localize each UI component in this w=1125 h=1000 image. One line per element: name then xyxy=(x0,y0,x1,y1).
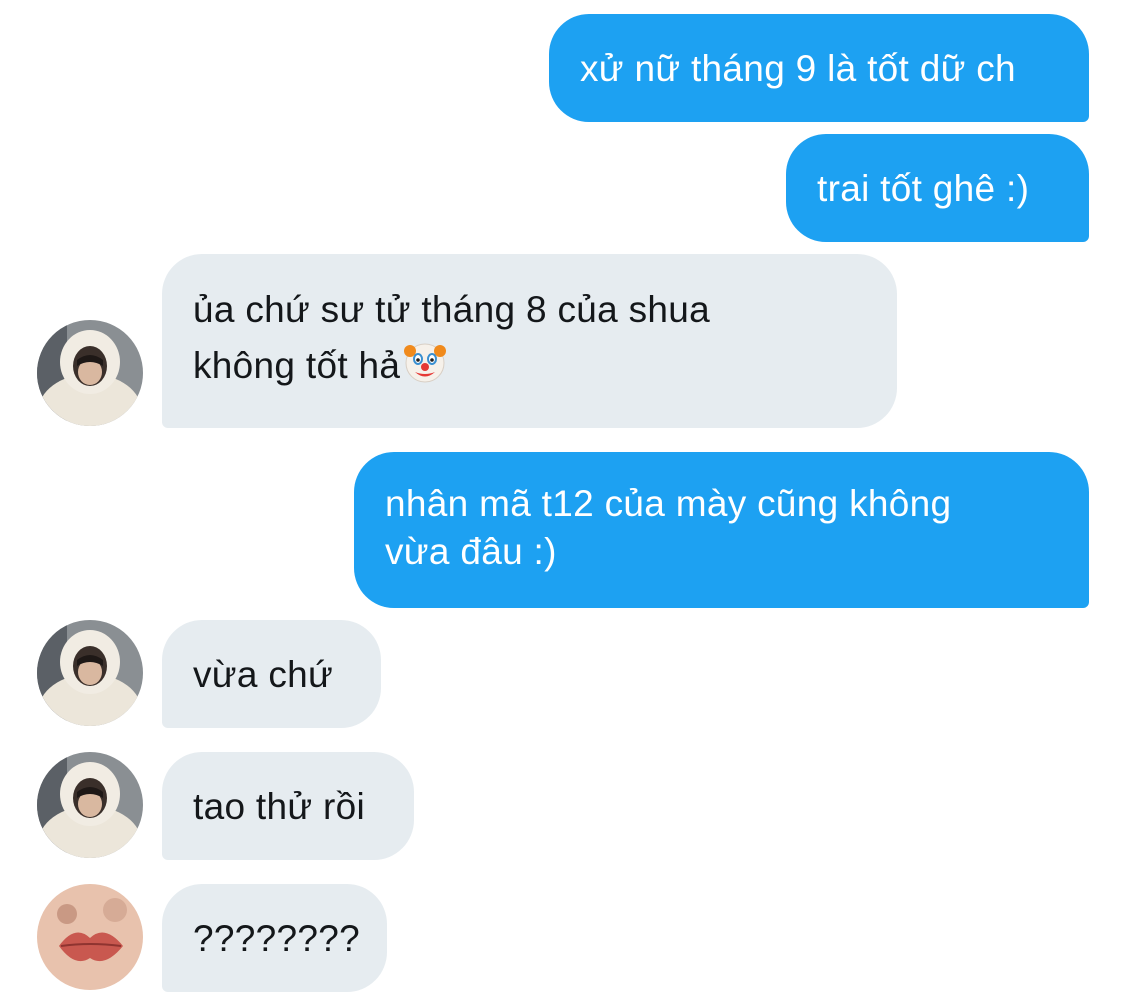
hooded-user-avatar[interactable] xyxy=(37,320,143,426)
message-text-line: không tốt hả xyxy=(193,338,897,400)
message-bubble-incoming[interactable]: ủa chứ sư tử tháng 8 của shua không tốt … xyxy=(162,254,897,428)
message-bubble-outgoing[interactable]: trai tốt ghê :) xyxy=(786,134,1089,242)
message-bubble-outgoing[interactable]: nhân mã t12 của mày cũng không vừa đâu :… xyxy=(354,452,1089,608)
hooded-user-avatar[interactable] xyxy=(37,620,143,726)
message-text-line: ủa chứ sư tử tháng 8 của shua xyxy=(193,289,711,330)
message-bubble-outgoing[interactable]: xử nữ tháng 9 là tốt dữ ch xyxy=(549,14,1089,122)
clown-face-icon xyxy=(404,342,447,400)
message-bubble-incoming[interactable]: ???????? xyxy=(162,884,387,992)
message-bubble-incoming[interactable]: vừa chứ xyxy=(162,620,381,728)
message-bubble-incoming[interactable]: tao thử rồi xyxy=(162,752,414,860)
message-text: tao thử rồi xyxy=(193,786,366,827)
lips-user-avatar[interactable] xyxy=(37,884,143,990)
message-text-line: vừa đâu :) xyxy=(385,531,557,572)
hooded-user-avatar[interactable] xyxy=(37,752,143,858)
message-text: xử nữ tháng 9 là tốt dữ ch xyxy=(580,48,1016,89)
message-text: vừa chứ xyxy=(193,654,334,695)
message-text: trai tốt ghê :) xyxy=(817,168,1030,209)
message-text: ???????? xyxy=(193,918,361,959)
message-text-line: nhân mã t12 của mày cũng không xyxy=(385,483,952,524)
